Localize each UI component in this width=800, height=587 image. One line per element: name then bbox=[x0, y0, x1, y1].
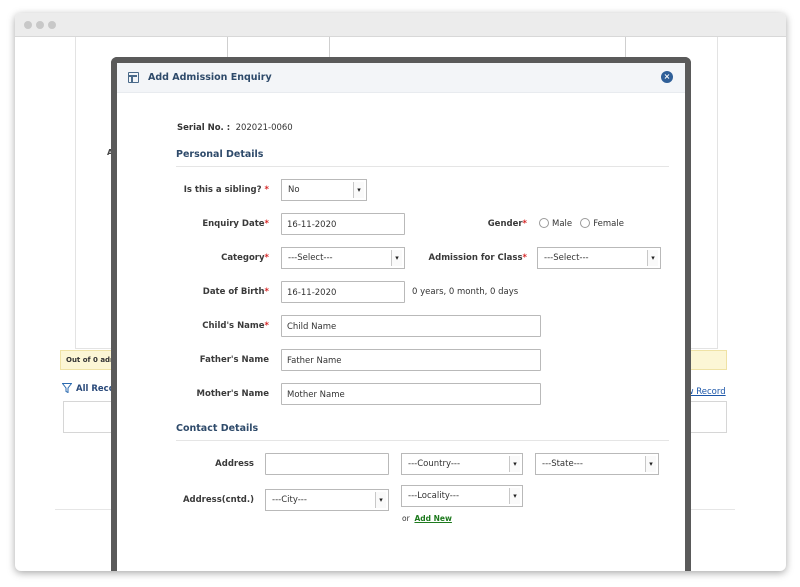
sibling-label: Is this a sibling? * bbox=[183, 185, 269, 195]
add-new-row: or Add New bbox=[402, 514, 452, 523]
modal-header: Add Admission Enquiry × bbox=[117, 63, 685, 93]
category-select[interactable]: ---Select--- ▾ bbox=[281, 247, 405, 269]
address-cntd-label: Address(cntd.) bbox=[182, 495, 254, 505]
child-name-field[interactable]: Child Name bbox=[281, 315, 541, 337]
gender-label: Gender* bbox=[487, 219, 527, 229]
filter-label: All Reco bbox=[76, 384, 115, 394]
gender-radio-group: Male Female bbox=[539, 218, 624, 229]
enquiry-date-label: Enquiry Date* bbox=[202, 219, 269, 229]
chevron-down-icon: ▾ bbox=[509, 488, 520, 504]
notice-text: Out of 0 adm bbox=[66, 356, 118, 364]
chevron-down-icon: ▾ bbox=[509, 456, 520, 472]
mother-name-label: Mother's Name bbox=[196, 389, 269, 399]
modal-title: Add Admission Enquiry bbox=[148, 72, 272, 83]
country-select[interactable]: ---Country--- ▾ bbox=[401, 453, 523, 475]
chevron-down-icon: ▾ bbox=[647, 250, 658, 266]
window-titlebar bbox=[15, 13, 786, 37]
address-label: Address bbox=[215, 459, 254, 469]
state-select[interactable]: ---State--- ▾ bbox=[535, 453, 659, 475]
close-icon[interactable]: × bbox=[661, 71, 673, 83]
window-zoom-dot[interactable] bbox=[48, 21, 56, 29]
serial-row: Serial No. : 202021-0060 bbox=[177, 123, 293, 133]
radio-icon bbox=[580, 218, 591, 228]
locality-select-value: ---Locality--- bbox=[408, 491, 460, 501]
section-divider bbox=[176, 166, 669, 167]
background-column-divider bbox=[329, 37, 330, 59]
background-column-divider bbox=[625, 37, 626, 59]
personal-details-heading: Personal Details bbox=[176, 149, 264, 160]
child-name-label: Child's Name* bbox=[202, 321, 269, 331]
section-divider bbox=[176, 440, 669, 441]
age-text: 0 years, 0 month, 0 days bbox=[412, 287, 519, 297]
add-new-link[interactable]: Add New bbox=[414, 514, 451, 523]
chevron-down-icon: ▾ bbox=[375, 492, 386, 508]
city-select[interactable]: ---City--- ▾ bbox=[265, 489, 389, 511]
chevron-down-icon: ▾ bbox=[353, 182, 364, 198]
address-field[interactable] bbox=[265, 453, 389, 475]
window-minimize-dot[interactable] bbox=[36, 21, 44, 29]
city-select-value: ---City--- bbox=[272, 495, 307, 505]
country-select-value: ---Country--- bbox=[408, 459, 461, 469]
add-admission-enquiry-modal: Add Admission Enquiry × Serial No. : 202… bbox=[111, 57, 691, 571]
admission-class-select-value: ---Select--- bbox=[544, 253, 589, 263]
father-name-label: Father's Name bbox=[199, 355, 269, 365]
mother-name-field[interactable]: Mother Name bbox=[281, 383, 541, 405]
gender-female-radio[interactable]: Female bbox=[580, 218, 624, 229]
gender-male-radio[interactable]: Male bbox=[539, 218, 572, 229]
window-close-dot[interactable] bbox=[24, 21, 32, 29]
sibling-select[interactable]: No ▾ bbox=[281, 179, 367, 201]
locality-select[interactable]: ---Locality--- ▾ bbox=[401, 485, 523, 507]
contact-details-heading: Contact Details bbox=[176, 423, 259, 434]
state-select-value: ---State--- bbox=[542, 459, 583, 469]
father-name-field[interactable]: Father Name bbox=[281, 349, 541, 371]
admission-class-select[interactable]: ---Select--- ▾ bbox=[537, 247, 661, 269]
serial-label: Serial No. : bbox=[177, 123, 231, 133]
background-column-divider bbox=[227, 37, 228, 59]
chevron-down-icon: ▾ bbox=[645, 456, 656, 472]
browser-window: Ad Out of 0 adm All Reco iew Record Add … bbox=[15, 13, 786, 571]
or-text: or bbox=[402, 514, 410, 523]
filter-icon bbox=[62, 383, 72, 393]
dob-field[interactable]: 16-11-2020 bbox=[281, 281, 405, 303]
enquiry-date-field[interactable]: 16-11-2020 bbox=[281, 213, 405, 235]
category-select-value: ---Select--- bbox=[288, 253, 333, 263]
filter-all-records[interactable]: All Reco bbox=[62, 383, 115, 394]
dob-label: Date of Birth* bbox=[202, 287, 269, 297]
form-icon bbox=[128, 72, 139, 83]
chevron-down-icon: ▾ bbox=[391, 250, 402, 266]
serial-value: 202021-0060 bbox=[235, 123, 293, 133]
sibling-select-value: No bbox=[288, 185, 300, 195]
admission-class-label: Admission for Class* bbox=[428, 253, 527, 263]
category-label: Category* bbox=[221, 253, 269, 263]
radio-icon bbox=[539, 218, 549, 228]
